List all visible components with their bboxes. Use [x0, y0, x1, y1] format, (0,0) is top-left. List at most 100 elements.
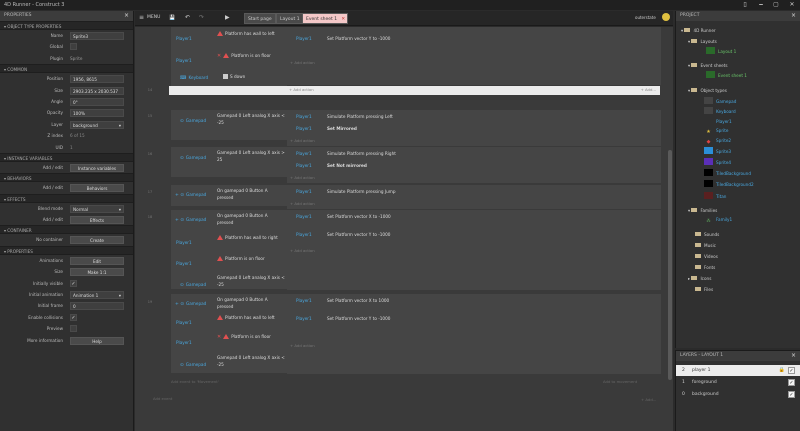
- close-icon[interactable]: ×: [124, 11, 129, 21]
- effects-button[interactable]: Effects: [70, 216, 124, 225]
- tree-family-1[interactable]: ⁂ Family1: [704, 216, 732, 224]
- folder-icon: [691, 63, 698, 67]
- position-field[interactable]: 1956, 8615: [70, 75, 124, 84]
- prop-label: Blend mode: [37, 205, 63, 211]
- tree-event-sheets[interactable]: ▾ Event sheets: [688, 62, 728, 69]
- tab-event-sheet-1[interactable]: Event sheet 1 ✕: [302, 13, 349, 25]
- section-common[interactable]: COMMON: [0, 64, 133, 74]
- angle-field[interactable]: 0°: [70, 97, 124, 106]
- section-instance-variables[interactable]: INSTANCE VARIABLES: [0, 152, 133, 162]
- close-window-button[interactable]: ✕: [786, 0, 798, 10]
- tree-object[interactable]: TiledBackground2: [704, 180, 754, 188]
- menu-button[interactable]: MENU: [147, 13, 160, 23]
- tree-videos[interactable]: Videos: [695, 253, 718, 260]
- global-checkbox[interactable]: [70, 43, 77, 51]
- make-1-1-button[interactable]: Make 1:1: [70, 268, 124, 277]
- tree-label: Family1: [716, 217, 733, 222]
- play-icon[interactable]: ▶: [225, 13, 230, 23]
- tree-object[interactable]: TiledBackground: [704, 169, 751, 177]
- section-properties[interactable]: PROPERTIES: [0, 245, 133, 255]
- layer-visible-checkbox[interactable]: ✓: [788, 391, 795, 398]
- behaviors-button[interactable]: Behaviors: [70, 184, 124, 193]
- tree-music[interactable]: Music: [695, 242, 716, 249]
- layer-row[interactable]: 0 background ✓: [676, 389, 800, 400]
- tab-layout-1[interactable]: Layout 1: [276, 13, 304, 24]
- prop-label: UID: [55, 144, 63, 150]
- layout-icon: [706, 47, 715, 54]
- tree-object-types[interactable]: ▾ Object types: [688, 87, 727, 94]
- maximize-button[interactable]: ▢: [770, 0, 782, 10]
- tree-layouts[interactable]: ▾ Layouts: [688, 38, 717, 45]
- folder-icon: [695, 287, 701, 291]
- tree-object[interactable]: ★ Sprite: [704, 127, 728, 136]
- folder-icon: [691, 39, 698, 43]
- layer-name: player 1: [692, 368, 711, 373]
- close-icon[interactable]: ×: [791, 11, 796, 21]
- tree-root[interactable]: ▾ 4D Runner: [681, 27, 716, 34]
- edit-animations-button[interactable]: Edit: [70, 256, 124, 265]
- visible-checkbox[interactable]: ✓: [70, 279, 77, 287]
- section-container[interactable]: CONTAINER: [0, 225, 133, 235]
- prop-cont-row: No container Create: [0, 234, 133, 245]
- prop-uid-row: UID 1: [0, 142, 133, 153]
- tree-object[interactable]: Sprite4: [704, 158, 731, 166]
- create-container-button[interactable]: Create: [70, 236, 124, 245]
- prop-opacity-row: Opacity 100%: [0, 107, 133, 118]
- tree-fonts[interactable]: Fonts: [695, 264, 715, 271]
- layer-row[interactable]: 2 player 1 🔒 ✓: [676, 365, 800, 376]
- tree-files[interactable]: Files: [695, 286, 713, 293]
- tree-sounds[interactable]: Sounds: [695, 231, 719, 238]
- initial-animation-select[interactable]: Animation 1: [70, 291, 124, 300]
- tree-label: Sounds: [704, 232, 720, 237]
- tree-object[interactable]: Keyboard: [704, 107, 736, 115]
- tree-label: Music: [704, 243, 716, 248]
- tree-object[interactable]: Player1: [704, 117, 732, 125]
- tree-object[interactable]: Gamepad: [704, 97, 736, 105]
- menu-icon[interactable]: ≡: [139, 13, 144, 23]
- close-icon[interactable]: ×: [791, 351, 796, 361]
- tree-event-sheet-1[interactable]: Event sheet 1: [706, 71, 747, 79]
- avatar[interactable]: [662, 13, 670, 21]
- panel-icon[interactable]: ▯: [739, 0, 751, 10]
- tree-icons[interactable]: ▸ Icons: [688, 275, 711, 282]
- titan-icon: [704, 192, 713, 199]
- tree-label: Gamepad: [716, 99, 737, 104]
- size-field[interactable]: 2903.235 x 2030.537: [70, 86, 124, 95]
- project-header: PROJECT ×: [676, 11, 800, 21]
- tree-families[interactable]: ▾ Families: [688, 207, 717, 214]
- instance-variables-button[interactable]: Instance variables: [70, 163, 124, 172]
- prop-label: Size: [54, 269, 63, 275]
- user-name[interactable]: outerstate: [635, 13, 656, 23]
- tree-object[interactable]: Titan: [704, 192, 726, 200]
- section-behaviors[interactable]: BEHAVIORS: [0, 173, 133, 183]
- prop-label: No container: [36, 237, 63, 243]
- section-effects[interactable]: EFFECTS: [0, 193, 133, 203]
- tab-start-page[interactable]: Start page: [244, 13, 276, 24]
- prop-label: Animations: [39, 257, 63, 263]
- section-object-type[interactable]: OBJECT TYPE PROPERTIES: [0, 21, 133, 30]
- name-field[interactable]: Sprite3: [70, 32, 124, 40]
- layer-visible-checkbox[interactable]: ✓: [788, 367, 795, 374]
- tree-label: Player1: [716, 119, 732, 124]
- tab-close-icon[interactable]: ✕: [341, 14, 345, 25]
- minimize-button[interactable]: 🗕: [755, 0, 767, 10]
- lock-icon[interactable]: 🔒: [779, 365, 785, 376]
- initial-frame-field[interactable]: 0: [70, 302, 124, 311]
- blend-mode-select[interactable]: Normal: [70, 204, 124, 214]
- tree-layout-1[interactable]: Layout 1: [706, 47, 736, 55]
- save-icon[interactable]: 💾: [169, 13, 175, 23]
- sprite3-icon: [704, 147, 713, 154]
- tree-object[interactable]: Sprite3: [704, 147, 731, 155]
- opacity-field[interactable]: 100%: [70, 109, 124, 118]
- help-button[interactable]: Help: [70, 336, 124, 345]
- prop-label: Add / edit: [42, 185, 63, 191]
- redo-icon[interactable]: ↷: [199, 13, 204, 23]
- collisions-checkbox[interactable]: ✓: [70, 313, 77, 321]
- tree-object[interactable]: ◆ Sprite2: [704, 137, 731, 146]
- layer-number: 0: [682, 392, 685, 397]
- layer-visible-checkbox[interactable]: ✓: [788, 379, 795, 386]
- preview-checkbox[interactable]: [70, 325, 77, 333]
- undo-icon[interactable]: ↶: [185, 13, 190, 23]
- layer-row[interactable]: 1 foreground ✓: [676, 377, 800, 388]
- layer-select[interactable]: background: [70, 120, 124, 130]
